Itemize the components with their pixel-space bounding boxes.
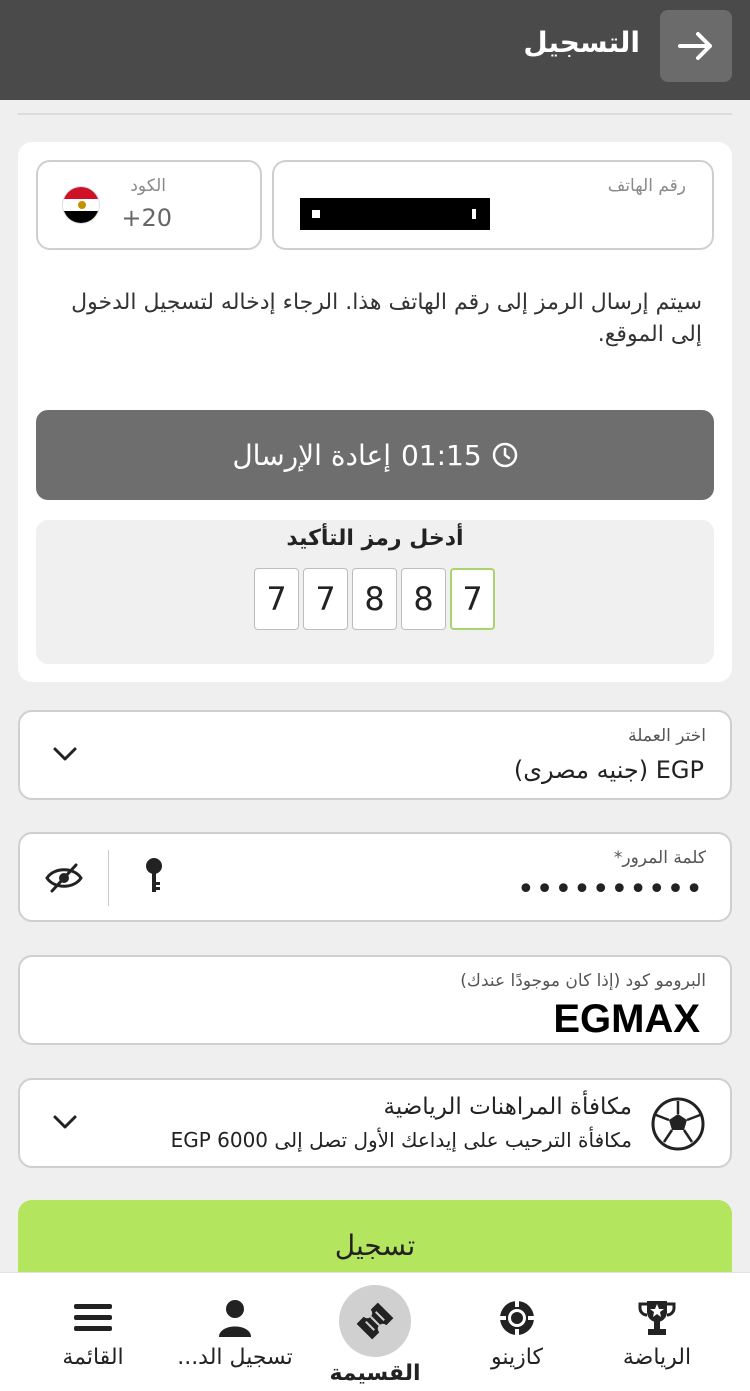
nav-label-login: تسجيل الد... bbox=[177, 1345, 293, 1370]
bonus-title: مكافأة المراهنات الرياضية bbox=[383, 1094, 632, 1120]
separator bbox=[108, 850, 109, 906]
divider bbox=[18, 113, 732, 115]
promo-value: EGMAX bbox=[553, 997, 700, 1041]
clock-icon bbox=[492, 442, 517, 468]
currency-select[interactable]: اختر العملة EGP (جنيه مصرى) bbox=[18, 710, 732, 800]
otp-label: أدخل رمز التأكيد bbox=[286, 526, 464, 551]
resend-button[interactable]: 01:15 إعادة الإرسال bbox=[36, 410, 714, 500]
otp-digit[interactable]: 7 bbox=[254, 568, 299, 630]
otp-digit[interactable]: 7 bbox=[303, 568, 348, 630]
bonus-subtitle: مكافأة الترحيب على إيداعك الأول تصل إلى … bbox=[170, 1128, 632, 1152]
nav-item-sports[interactable]: الرياضة bbox=[582, 1273, 732, 1391]
nav-item-menu[interactable]: القائمة bbox=[18, 1273, 168, 1391]
password-value: •••••••••• bbox=[517, 872, 704, 907]
chevron-down-icon bbox=[53, 747, 77, 761]
hamburger-menu-icon bbox=[74, 1304, 112, 1331]
promo-label: البرومو كود (إذا كان موجودًا عندك) bbox=[460, 971, 706, 991]
currency-label: اختر العملة bbox=[628, 726, 706, 746]
nav-label-casino: كازينو bbox=[491, 1345, 543, 1370]
key-icon bbox=[146, 858, 162, 892]
egypt-flag-icon bbox=[62, 186, 100, 224]
otp-digit[interactable]: 8 bbox=[401, 568, 446, 630]
nav-label-menu: القائمة bbox=[62, 1345, 124, 1370]
otp-inputs: 7 7 8 8 7 bbox=[254, 568, 495, 630]
arrow-right-icon bbox=[678, 32, 712, 60]
user-icon bbox=[219, 1300, 251, 1337]
phone-input[interactable]: رقم الهاتف bbox=[272, 160, 714, 250]
bonus-select[interactable]: مكافأة المراهنات الرياضية مكافأة الترحيب… bbox=[18, 1078, 732, 1168]
password-label: كلمة المرور* bbox=[613, 848, 706, 868]
phone-verification-card: رقم الهاتف الكود +20 سيتم إرسال الرمز إل… bbox=[18, 142, 732, 682]
otp-digit[interactable]: 8 bbox=[352, 568, 397, 630]
code-label: الكود bbox=[130, 176, 166, 196]
currency-value: EGP (جنيه مصرى) bbox=[513, 756, 704, 784]
password-field[interactable]: كلمة المرور* •••••••••• bbox=[18, 832, 732, 922]
page-title: التسجيل bbox=[523, 26, 640, 59]
promo-code-field[interactable]: البرومو كود (إذا كان موجودًا عندك) EGMAX bbox=[18, 955, 732, 1045]
nav-label-betslip: القسيمة bbox=[329, 1361, 421, 1386]
bottom-nav: القائمة تسجيل الد... القسيمة كازينو الري… bbox=[0, 1272, 750, 1391]
eye-off-icon[interactable] bbox=[44, 862, 84, 894]
resend-timer: 01:15 bbox=[400, 438, 482, 472]
resend-label: إعادة الإرسال bbox=[232, 438, 391, 472]
country-code-select[interactable]: الكود +20 bbox=[36, 160, 262, 250]
back-button[interactable] bbox=[660, 10, 732, 82]
chevron-down-icon bbox=[53, 1115, 77, 1129]
casino-chip-icon bbox=[500, 1301, 534, 1335]
nav-item-login[interactable]: تسجيل الد... bbox=[160, 1273, 310, 1391]
otp-digit[interactable]: 7 bbox=[450, 568, 495, 630]
nav-item-casino[interactable]: كازينو bbox=[442, 1273, 592, 1391]
code-value: +20 bbox=[121, 204, 172, 232]
otp-section: أدخل رمز التأكيد 7 7 8 8 7 bbox=[36, 520, 714, 664]
trophy-icon bbox=[638, 1301, 676, 1335]
phone-number-redacted bbox=[300, 198, 490, 230]
soccer-ball-icon bbox=[651, 1097, 705, 1151]
nav-item-betslip[interactable]: القسيمة bbox=[300, 1273, 450, 1391]
phone-label: رقم الهاتف bbox=[607, 176, 686, 196]
nav-label-sports: الرياضة bbox=[622, 1345, 692, 1370]
info-text: سيتم إرسال الرمز إلى رقم الهاتف هذا. الر… bbox=[71, 290, 702, 347]
ticket-icon bbox=[356, 1302, 394, 1340]
app-header: التسجيل bbox=[0, 0, 750, 100]
